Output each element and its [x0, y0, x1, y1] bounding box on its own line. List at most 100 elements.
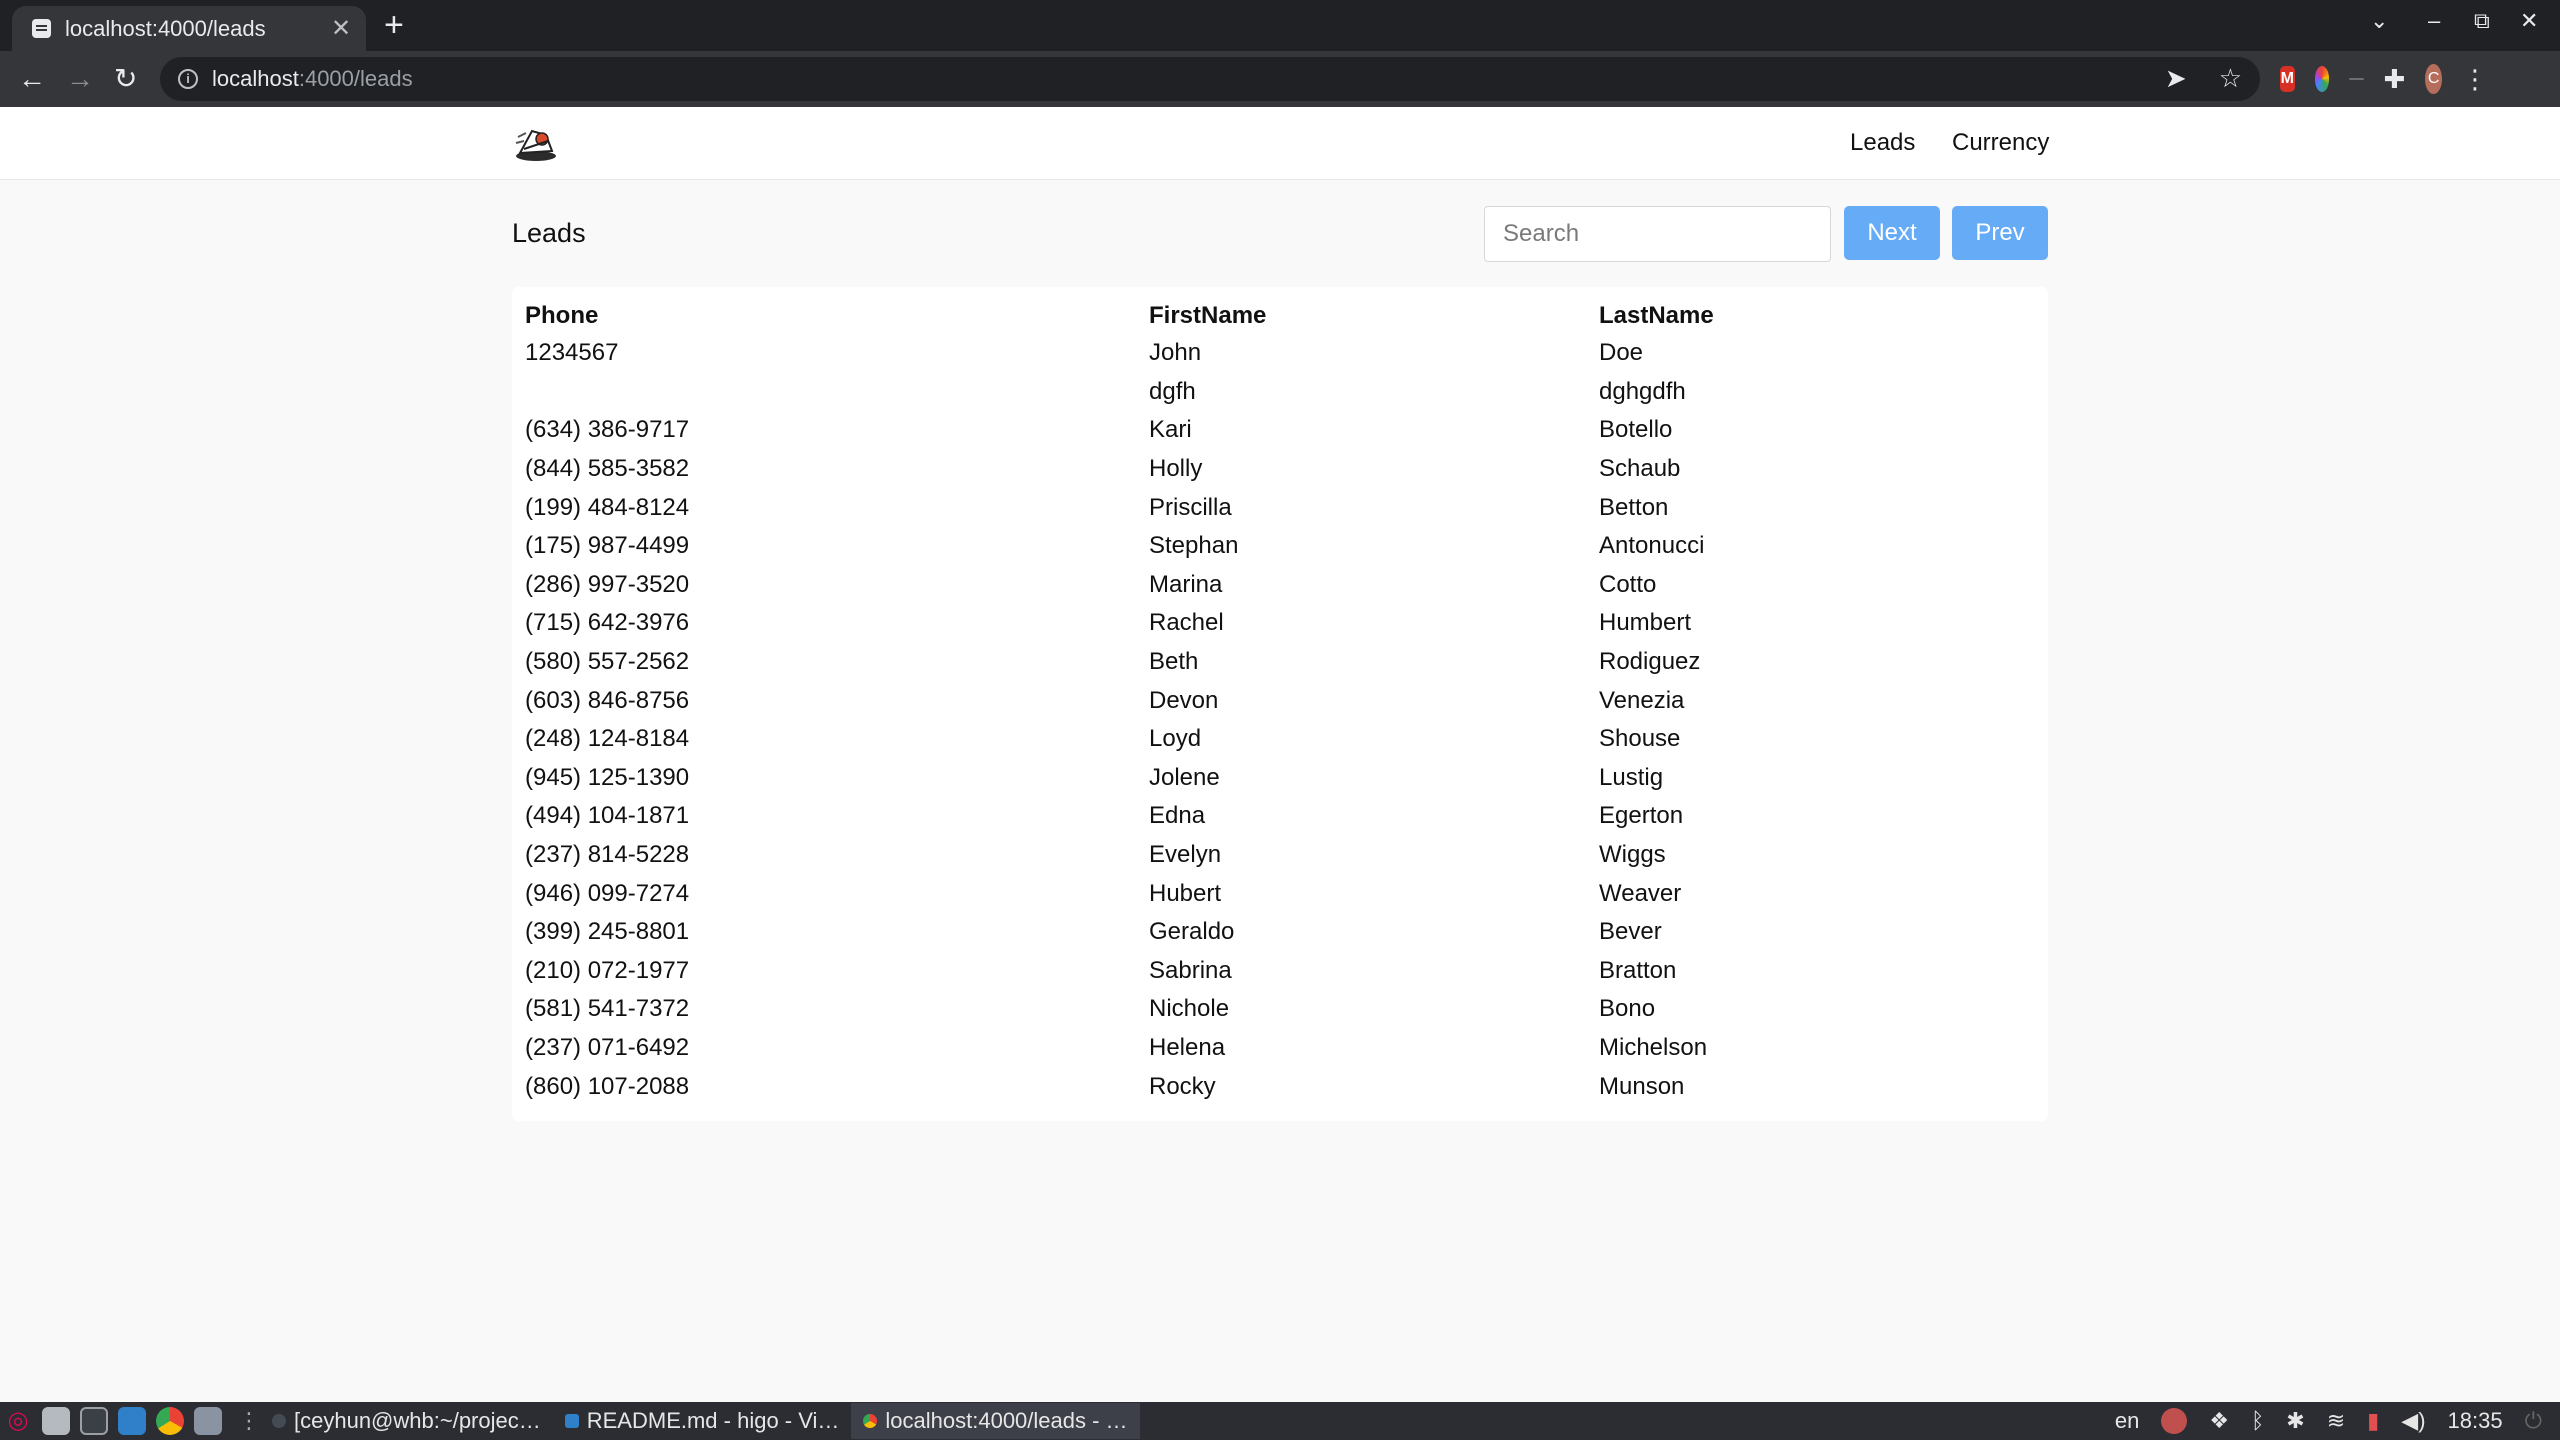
leads-table: Phone FirstName LastName 1234567 John Doe d…	[525, 297, 2019, 1106]
record-indicator-icon[interactable]	[2161, 1408, 2188, 1434]
cell-phone: (634) 386-9717	[525, 416, 690, 444]
address-bar[interactable]: i localhost:4000/leads ➤ ☆	[160, 57, 2260, 101]
nav-link-leads[interactable]: Leads	[1850, 129, 1915, 157]
extension-placeholder-icon[interactable]	[2349, 78, 2364, 80]
cell-phone: (399) 245-8801	[525, 918, 690, 946]
cell-lastname: Egerton	[1599, 802, 1684, 830]
cell-phone: (237) 814-5228	[525, 841, 690, 869]
cell-lastname: Cotto	[1599, 570, 1657, 598]
cell-phone: (286) 997-3520	[525, 570, 690, 598]
cell-firstname: Rocky	[1149, 1072, 1216, 1100]
browser-tab-active[interactable]: localhost:4000/leads ✕	[12, 6, 366, 51]
cell-firstname: Hubert	[1149, 879, 1222, 907]
debian-menu-icon[interactable]: ◎	[4, 1407, 32, 1435]
chrome-launcher-icon[interactable]	[156, 1407, 184, 1435]
table-row: (603) 846-8756 Devon Venezia	[525, 681, 2019, 720]
volume-icon[interactable]: ◀)	[2401, 1408, 2425, 1434]
url-host: localhost	[212, 66, 299, 91]
next-page-button[interactable]: Next	[1844, 206, 1940, 260]
prev-page-button[interactable]: Prev	[1952, 206, 2048, 260]
table-row: (844) 585-3582 Holly Schaub	[525, 450, 2019, 489]
taskbar-task-terminal[interactable]: [ceyhun@whb:~/projec…	[260, 1403, 553, 1439]
cell-firstname: John	[1149, 339, 1202, 367]
cell-phone	[525, 373, 1149, 412]
system-tray: en ❖ ᛒ ✱ ≋ ▮ ◀) 18:35 ⏻	[2115, 1402, 2560, 1440]
tab-title: localhost:4000/leads	[65, 15, 266, 41]
table-row: (946) 099-7274 Hubert Weaver	[525, 874, 2019, 913]
reload-icon[interactable]: ↻	[114, 61, 137, 97]
bluetooth-icon[interactable]: ᛒ	[2251, 1408, 2264, 1434]
cell-phone: (237) 071-6492	[525, 1033, 690, 1061]
taskbar-task-chrome[interactable]: localhost:4000/leads - …	[851, 1403, 1140, 1439]
table-row: 1234567 John Doe	[525, 334, 2019, 373]
cell-lastname: Lustig	[1599, 763, 1664, 791]
cell-lastname: Munson	[1599, 1072, 1685, 1100]
close-window-button[interactable]: ✕	[2520, 8, 2538, 34]
close-tab-icon[interactable]: ✕	[324, 14, 358, 43]
taskbar-task-vscode[interactable]: README.md - higo - Vi…	[553, 1403, 852, 1439]
site-info-icon[interactable]: i	[178, 69, 198, 89]
power-icon[interactable]: ⏻	[2525, 1408, 2542, 1434]
gmail-extension-icon[interactable]: M	[2280, 66, 2295, 92]
table-row: (237) 814-5228 Evelyn Wiggs	[525, 836, 2019, 875]
keyboard-layout-indicator[interactable]: en	[2115, 1408, 2139, 1434]
file-manager-launcher-icon[interactable]	[194, 1407, 222, 1435]
leads-table-card: Phone FirstName LastName 1234567 John Doe d…	[512, 287, 2048, 1121]
table-row: (581) 541-7372 Nichole Bono	[525, 990, 2019, 1029]
new-tab-button[interactable]: +	[384, 8, 404, 42]
browser-menu-icon[interactable]: ⋮	[2462, 64, 2488, 95]
vscode-icon	[564, 1414, 579, 1428]
table-row: (175) 987-4499 Stephan Antonucci	[525, 527, 2019, 566]
table-row: (580) 557-2562 Beth Rodiguez	[525, 643, 2019, 682]
bookmark-star-icon[interactable]: ☆	[2219, 63, 2242, 94]
table-row: (248) 124-8184 Loyd Shouse	[525, 720, 2019, 759]
terminal-launcher-icon[interactable]	[80, 1407, 108, 1435]
slack-icon[interactable]: ✱	[2286, 1408, 2304, 1434]
restore-window-button[interactable]: ⧉	[2474, 8, 2490, 34]
forward-arrow-icon[interactable]: →	[66, 61, 94, 97]
table-row: (237) 071-6492 Helena Michelson	[525, 1029, 2019, 1068]
tab-search-chevron-icon[interactable]: ⌄	[2370, 8, 2388, 34]
cell-phone: (715) 642-3976	[525, 609, 690, 637]
clock[interactable]: 18:35	[2448, 1408, 2503, 1434]
table-row: (715) 642-3976 Rachel Humbert	[525, 604, 2019, 643]
cell-lastname: Bratton	[1599, 956, 1677, 984]
taskbar-separator-icon: ⋮	[238, 1408, 260, 1433]
os-taskbar: ◎ ⋮ [ceyhun@whb:~/projec… README.md - hi…	[0, 1402, 2560, 1440]
extensions-puzzle-icon[interactable]: ✚	[2384, 66, 2406, 92]
column-header-lastname: LastName	[1599, 301, 1714, 329]
cell-firstname: Priscilla	[1149, 493, 1232, 521]
cell-firstname: Rachel	[1149, 609, 1224, 637]
app-navbar: Leads Currency	[0, 107, 2560, 180]
vscode-launcher-icon[interactable]	[118, 1407, 146, 1435]
cell-lastname: Botello	[1599, 416, 1673, 444]
show-desktop-icon[interactable]	[42, 1407, 70, 1435]
cell-phone: (210) 072-1977	[525, 956, 690, 984]
cell-lastname: Doe	[1599, 339, 1644, 367]
back-arrow-icon[interactable]: ←	[18, 61, 46, 97]
cell-firstname: Loyd	[1149, 725, 1202, 753]
cell-phone: (580) 557-2562	[525, 648, 690, 676]
cell-lastname: Betton	[1599, 493, 1669, 521]
cell-firstname: dgfh	[1149, 377, 1196, 405]
send-tab-icon[interactable]: ➤	[2165, 63, 2187, 94]
minimize-window-button[interactable]: –	[2428, 8, 2440, 34]
table-row: (494) 104-1871 Edna Egerton	[525, 797, 2019, 836]
nav-link-currency[interactable]: Currency	[1952, 129, 2049, 157]
cell-lastname: Humbert	[1599, 609, 1692, 637]
app-logo-icon[interactable]	[512, 123, 560, 163]
page-title: Leads	[512, 218, 586, 248]
battery-icon[interactable]: ▮	[2367, 1408, 2379, 1434]
cell-lastname: Weaver	[1599, 879, 1682, 907]
color-picker-extension-icon[interactable]	[2314, 66, 2329, 92]
terminal-icon	[272, 1414, 286, 1428]
cell-phone: (945) 125-1390	[525, 763, 690, 791]
cell-firstname: Kari	[1149, 416, 1192, 444]
profile-avatar[interactable]: C	[2425, 64, 2443, 94]
column-header-firstname: FirstName	[1149, 301, 1267, 329]
taskbar-task-label: localhost:4000/leads - …	[885, 1408, 1128, 1433]
search-input[interactable]	[1484, 206, 1831, 262]
dropbox-icon[interactable]: ❖	[2209, 1408, 2229, 1434]
table-row: (199) 484-8124 Priscilla Betton	[525, 488, 2019, 527]
network-icon[interactable]: ≋	[2327, 1408, 2345, 1434]
